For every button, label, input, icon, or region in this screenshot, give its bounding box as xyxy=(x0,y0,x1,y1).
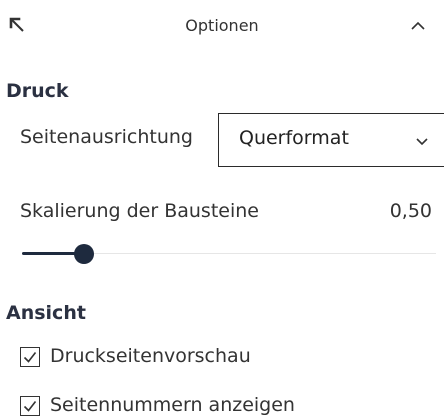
orientation-label: Seitenausrichtung xyxy=(20,126,193,148)
toggle-panel-button[interactable] xyxy=(408,16,428,36)
checkmark-icon xyxy=(23,401,37,412)
scale-label: Skalierung der Bausteine xyxy=(20,200,259,222)
chevron-down-icon xyxy=(416,138,428,146)
scale-value: 0,50 xyxy=(389,200,432,222)
scale-slider[interactable] xyxy=(22,244,436,264)
checkbox-label: Seitennummern anzeigen xyxy=(50,394,295,416)
orientation-value: Querformat xyxy=(239,127,349,149)
panel-title: Optionen xyxy=(185,16,259,35)
orientation-select[interactable]: Querformat xyxy=(218,113,444,167)
checkbox-label: Druckseitenvorschau xyxy=(50,345,251,367)
section-title-ansicht: Ansicht xyxy=(6,302,86,324)
checkbox-box[interactable] xyxy=(20,347,40,367)
checkmark-icon xyxy=(23,352,37,363)
panel-header: Optionen xyxy=(0,0,444,56)
chevron-up-icon xyxy=(411,21,425,30)
checkbox-box[interactable] xyxy=(20,396,40,416)
slider-thumb[interactable] xyxy=(74,244,94,264)
section-title-druck: Druck xyxy=(6,80,69,102)
options-panel: Optionen Druck Seitenausrichtung Querfor… xyxy=(0,0,444,419)
